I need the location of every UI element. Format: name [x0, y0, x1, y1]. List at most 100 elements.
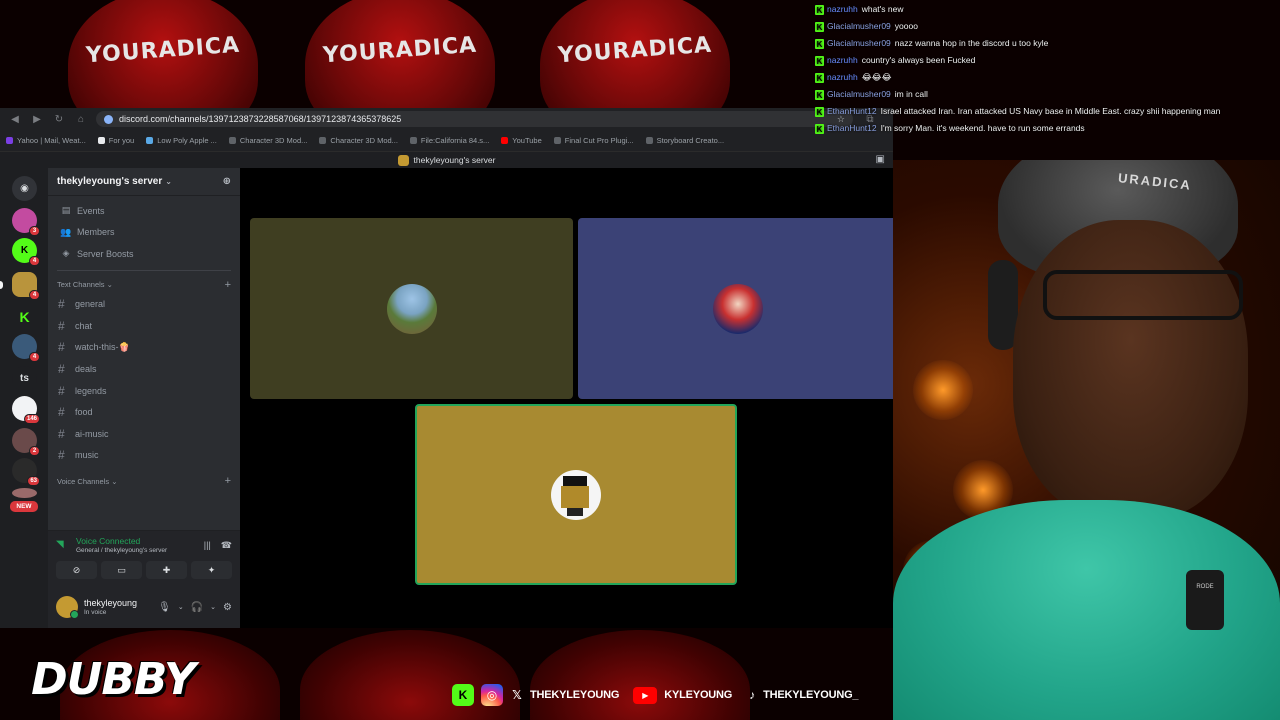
bookmark-favicon-icon [228, 137, 236, 144]
server-header[interactable]: thekyleyoung's server ⌄ ⊕ [48, 168, 240, 196]
site-info-icon[interactable] [104, 114, 113, 124]
home-icon[interactable]: ⌂ [74, 114, 88, 125]
bookmark-favicon-icon [6, 137, 13, 144]
chevron-down-icon: ⌄ [111, 476, 118, 486]
username[interactable]: thekyleyoung [84, 598, 158, 608]
bookmark-label: Final Cut Pro Plugi... [564, 136, 634, 145]
channel-watch-this[interactable]: # watch-this-🍿 [48, 337, 240, 359]
participant-tile-speaking[interactable] [415, 404, 737, 585]
boost-icon: ◈ [62, 248, 70, 259]
bookmark-label: Character 3D Mod... [330, 136, 398, 145]
menu-item-events[interactable]: ▤ Events [48, 200, 240, 222]
bookmark-item[interactable]: Final Cut Pro Plugi... [553, 136, 634, 145]
bookmark-item[interactable]: Character 3D Mod... [319, 136, 398, 145]
channel-general[interactable]: # general [48, 294, 240, 316]
chat-text: im in call [894, 89, 928, 99]
bookmark-item[interactable]: Storyboard Creato... [645, 136, 724, 145]
participant-tile[interactable] [578, 218, 898, 399]
server-list: ◉ 3 K4 4 K 4 ts 146 2 63 NEW [0, 168, 48, 628]
url-text: discord.com/channels/1397123873228587068… [119, 114, 402, 124]
avatar[interactable] [56, 596, 79, 619]
channel-label: deals [75, 364, 97, 375]
chat-username: nazruhh [827, 4, 858, 14]
server-icon[interactable]: 2 [12, 428, 40, 456]
reload-icon[interactable]: ↻ [52, 114, 66, 125]
channel-ai-music[interactable]: # ai-music [48, 423, 240, 445]
signal-icon[interactable]: ◥ [56, 539, 76, 550]
bookmark-item[interactable]: Low Poly Apple ... [146, 136, 217, 145]
bookmark-item[interactable]: File:California 84.s... [409, 136, 489, 145]
server-icon[interactable]: 4 [12, 334, 40, 362]
invite-people-icon[interactable]: ⊕ [223, 176, 231, 187]
bookmark-favicon-icon [319, 137, 327, 144]
menu-item-server-boosts[interactable]: ◈ Server Boosts [48, 243, 240, 265]
bookmark-item[interactable]: For you [97, 136, 134, 145]
server-icon-ts[interactable]: ts [12, 366, 37, 391]
category-voice-channels[interactable]: Voice Channels ⌄ + [48, 472, 240, 490]
participant-tile[interactable] [250, 218, 573, 399]
camera-off-button[interactable]: ⊘ [56, 561, 97, 579]
screen-share-button[interactable]: ▭ [101, 561, 142, 579]
chat-text: nazz wanna hop in the discord u too kyle [894, 38, 1049, 48]
chevron-down-icon: ⌄ [106, 280, 113, 289]
x-icon: 𝕏 [512, 688, 522, 702]
channel-music[interactable]: # music [48, 445, 240, 467]
bookmark-label: Yahoo | Mail, Weat... [17, 136, 86, 145]
server-icon[interactable]: 63 [12, 458, 40, 486]
create-channel-icon[interactable]: + [225, 475, 231, 487]
category-text-channels[interactable]: Text Channels ⌄ + [48, 276, 240, 294]
create-channel-icon[interactable]: + [225, 279, 231, 291]
channel-label: chat [75, 320, 93, 331]
chat-text: 😂😂😂 [861, 72, 892, 82]
bookmark-item[interactable]: Yahoo | Mail, Weat... [6, 136, 86, 145]
soundboard-button[interactable]: ✦ [191, 561, 232, 579]
kick-server-icon[interactable]: K4 [12, 238, 40, 266]
category-label: Text Channels [57, 280, 105, 289]
inbox-icon[interactable]: ▣ [876, 154, 885, 165]
microphone-icon[interactable]: 🎙 [158, 602, 171, 613]
browser-window: ◀ ▶ ↻ ⌂ discord.com/channels/13971238732… [0, 108, 898, 628]
kick-icon: K [815, 39, 824, 49]
server-icon[interactable]: 3 [12, 208, 40, 236]
server-name: thekyleyoung's server [57, 176, 163, 187]
bookmark-item[interactable]: YouTube [501, 136, 542, 145]
window-title: thekyleyoung's server [413, 155, 496, 165]
voice-call-stage [240, 168, 898, 628]
server-icon-active[interactable]: 4 [12, 272, 40, 300]
settings-gear-icon[interactable]: ⚙ [223, 602, 232, 613]
channel-legends[interactable]: # legends [48, 380, 240, 402]
forward-icon[interactable]: ▶ [30, 114, 44, 125]
bookmark-favicon-icon [146, 137, 154, 144]
menu-item-label: Events [77, 205, 105, 216]
noise-suppression-icon[interactable]: ||| [204, 540, 211, 551]
social-label: THEKYLEYOUNG_ [763, 689, 859, 701]
headphones-icon[interactable]: 🎧 [191, 602, 203, 613]
disconnect-icon[interactable]: ☎ [221, 540, 232, 551]
chat-message: K EthanHunt12 Israel attacked Iran. Iran a… [815, 106, 1275, 117]
bookmarks-bar: Yahoo | Mail, Weat... For you Low Poly A… [0, 130, 893, 152]
notification-badge: 63 [27, 476, 40, 486]
discord-home-icon[interactable]: ◉ [12, 176, 37, 201]
url-input[interactable]: discord.com/channels/1397123873228587068… [96, 111, 853, 127]
hash-icon: # [58, 297, 65, 312]
channel-food[interactable]: # food [48, 401, 240, 423]
bookmark-item[interactable]: Character 3D Mod... [228, 136, 307, 145]
chevron-down-icon[interactable]: ⌄ [210, 603, 216, 611]
menu-item-members[interactable]: 👥 Members [48, 222, 240, 244]
voice-status[interactable]: Voice Connected [76, 536, 204, 546]
server-icon[interactable]: 146 [12, 396, 40, 424]
chat-message: Knazruhh country's always been Fucked [815, 55, 1275, 66]
activities-button[interactable]: ✚ [146, 561, 187, 579]
chevron-down-icon[interactable]: ⌄ [178, 603, 184, 611]
menu-item-label: Members [77, 227, 115, 238]
channel-deals[interactable]: # deals [48, 358, 240, 380]
kick-server-icon[interactable]: K [12, 304, 37, 329]
chat-username: Glacialmusher09 [827, 38, 891, 48]
social-label: KYLEYOUNG [664, 689, 733, 701]
chat-username: Glacialmusher09 [827, 89, 891, 99]
voice-location[interactable]: General / thekyleyoung's server [76, 547, 204, 554]
hash-icon: # [58, 448, 65, 463]
back-icon[interactable]: ◀ [8, 114, 22, 125]
channel-chat[interactable]: # chat [48, 315, 240, 337]
server-icon[interactable] [12, 488, 37, 498]
